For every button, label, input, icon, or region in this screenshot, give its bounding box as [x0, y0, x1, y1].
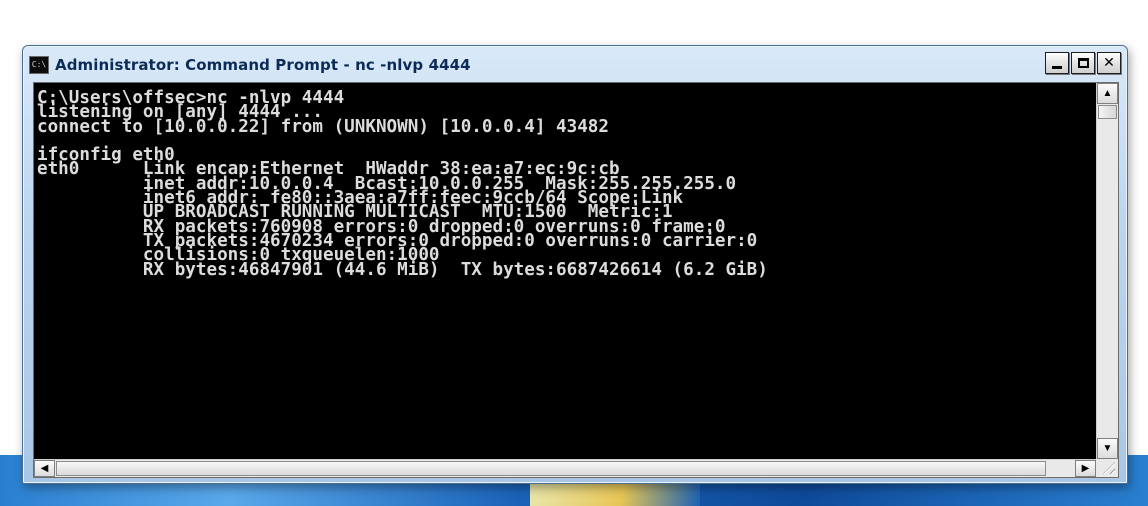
console-line: RX bytes:46847901 (44.6 MiB) TX bytes:66… [37, 259, 768, 280]
scroll-up-arrow-icon: ▲ [1102, 87, 1113, 99]
horizontal-scroll-thumb[interactable] [56, 461, 1046, 476]
resize-grip-icon[interactable] [1096, 459, 1118, 477]
scroll-down-arrow-icon: ▼ [1102, 442, 1113, 454]
minimize-button[interactable] [1045, 52, 1069, 74]
horizontal-scrollbar[interactable]: ◀ ▶ [34, 459, 1096, 477]
scroll-up-button[interactable]: ▲ [1097, 83, 1118, 104]
scroll-left-arrow-icon: ◀ [40, 462, 49, 474]
console-line: connect to [10.0.0.22] from (UNKNOWN) [1… [37, 116, 609, 137]
scroll-right-arrow-icon: ▶ [1081, 462, 1090, 474]
vertical-scroll-thumb[interactable] [1098, 105, 1117, 119]
scroll-left-button[interactable]: ◀ [34, 460, 55, 477]
maximize-button[interactable] [1071, 52, 1095, 74]
close-button[interactable]: ✕ [1097, 52, 1121, 74]
title-bar[interactable]: Administrator: Command Prompt - nc -nlvp… [29, 52, 1121, 78]
console-output[interactable]: C:\Users\offsec>nc -nlvp 4444 listening … [34, 83, 1096, 459]
scroll-down-button[interactable]: ▼ [1097, 438, 1118, 459]
window-title: Administrator: Command Prompt - nc -nlvp… [55, 56, 471, 74]
caption-buttons: ✕ [1045, 52, 1121, 74]
close-icon: ✕ [1103, 55, 1115, 71]
vertical-scrollbar[interactable]: ▲ ▼ [1096, 83, 1118, 459]
scroll-right-button[interactable]: ▶ [1075, 460, 1096, 477]
maximize-icon [1077, 58, 1089, 68]
command-prompt-window[interactable]: Administrator: Command Prompt - nc -nlvp… [22, 45, 1128, 484]
minimize-icon [1052, 66, 1062, 69]
console-client-area[interactable]: C:\Users\offsec>nc -nlvp 4444 listening … [33, 82, 1119, 478]
cmd-icon[interactable] [29, 56, 49, 74]
